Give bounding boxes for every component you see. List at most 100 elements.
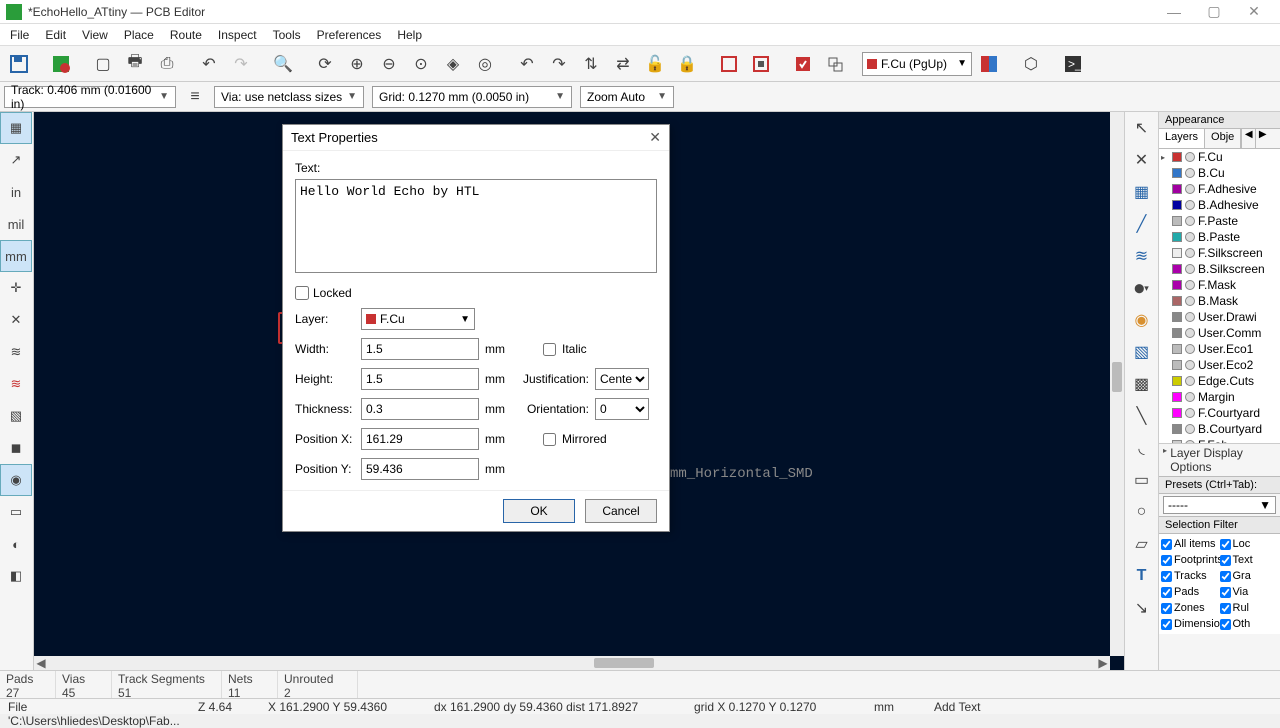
print-icon[interactable]: 🖶 [120,49,150,79]
cursor-shape-icon[interactable]: ✛ [0,272,32,304]
layer-row[interactable]: F.Courtyard [1159,405,1280,421]
place-dimension-icon[interactable]: ↘ [1126,592,1158,624]
zoom-out-icon[interactable]: ⊖ [374,49,404,79]
layer-row[interactable]: User.Comm [1159,325,1280,341]
mils-unit-icon[interactable]: mil [0,208,32,240]
layer-row[interactable]: User.Drawi [1159,309,1280,325]
cancel-button[interactable]: Cancel [585,499,657,523]
place-arc-icon[interactable]: ◟ [1126,432,1158,464]
ratsnest-icon[interactable]: ✕ [0,304,32,336]
redo-icon[interactable]: ↷ [226,49,256,79]
via-size-combo[interactable]: Via: use netclass sizes ▼ [214,86,364,108]
menu-help[interactable]: Help [391,26,428,44]
filter-item[interactable]: All items [1161,536,1220,552]
curved-ratsnest-icon[interactable]: ≋ [0,336,32,368]
layer-select[interactable]: F.Cu ▼ [361,308,475,330]
undo-icon[interactable]: ↶ [194,49,224,79]
console-icon[interactable]: >_ [1058,49,1088,79]
polar-coord-icon[interactable]: ↗ [0,144,32,176]
layer-pair-icon[interactable] [974,49,1004,79]
italic-checkbox[interactable] [543,343,556,356]
page-settings-icon[interactable]: ▢ [88,49,118,79]
tab-objects[interactable]: Obje [1205,129,1241,148]
track-width-combo[interactable]: Track: 0.406 mm (0.01600 in) ▼ [4,86,176,108]
posy-input[interactable] [361,458,479,480]
place-rect-icon[interactable]: ▭ [1126,464,1158,496]
arrow-cursor-icon[interactable]: ↖ [1126,112,1158,144]
menu-view[interactable]: View [76,26,114,44]
menu-file[interactable]: File [4,26,35,44]
net-highlight-icon[interactable]: ≋ [0,368,32,400]
layer-row[interactable]: User.Eco1 [1159,341,1280,357]
locked-checkbox[interactable] [295,286,309,300]
layer-dropdown[interactable]: F.Cu (PgUp) ▼ [862,52,972,76]
menu-preferences[interactable]: Preferences [311,26,388,44]
route-track-icon[interactable]: ╱ [1126,208,1158,240]
filter-item[interactable]: Zones [1161,600,1220,616]
filter-item[interactable]: Loc [1220,536,1279,552]
layer-row[interactable]: ▸F.Cu [1159,149,1280,165]
place-circle-icon[interactable]: ○ [1126,496,1158,528]
filter-item[interactable]: Text [1220,552,1279,568]
filter-item[interactable]: Oth [1220,616,1279,632]
find-icon[interactable]: 🔍 [268,49,298,79]
maximize-button[interactable]: ▢ [1194,3,1234,20]
menu-route[interactable]: Route [164,26,208,44]
thickness-input[interactable] [361,398,479,420]
net-color-icon[interactable]: ◧ [0,560,32,592]
tab-layers[interactable]: Layers [1159,129,1205,148]
net-inspect-icon[interactable]: ✕ [1126,144,1158,176]
place-zone-icon[interactable]: ▧ [1126,336,1158,368]
pad-fill-icon[interactable]: ◼ [0,432,32,464]
vertical-scrollbar[interactable] [1110,112,1124,656]
filter-item[interactable]: Pads [1161,584,1220,600]
ok-button[interactable]: OK [503,499,575,523]
mirror-h-icon[interactable]: ⇄ [608,49,638,79]
zoom-fit-icon[interactable]: ⊙ [406,49,436,79]
height-input[interactable] [361,368,479,390]
mm-unit-icon[interactable]: mm [0,240,32,272]
unlock-icon[interactable]: 🔒 [672,49,702,79]
close-icon[interactable]: ✕ [649,129,661,146]
text-textarea[interactable] [295,179,657,273]
layer-row[interactable]: F.Fab [1159,437,1280,443]
justification-select[interactable]: Center [595,368,649,390]
track-settings-icon[interactable]: ≡ [184,86,206,108]
tab-nav-left[interactable]: ◀ [1241,129,1255,148]
filter-item[interactable]: Tracks [1161,568,1220,584]
menu-place[interactable]: Place [118,26,160,44]
via-fill-icon[interactable]: ◉ [0,464,32,496]
width-input[interactable] [361,338,479,360]
layer-row[interactable]: Edge.Cuts [1159,373,1280,389]
layer-row[interactable]: F.Adhesive [1159,181,1280,197]
menu-tools[interactable]: Tools [267,26,307,44]
footprint-editor-icon[interactable] [746,49,776,79]
drc-check-icon[interactable] [820,49,850,79]
place-text-icon[interactable]: T [1126,560,1158,592]
layer-display-options[interactable]: ▸Layer Display Options [1159,443,1280,476]
layer-row[interactable]: B.Silkscreen [1159,261,1280,277]
scripting-icon[interactable]: ⬡ [1016,49,1046,79]
layer-row[interactable]: B.Mask [1159,293,1280,309]
place-via-icon[interactable]: ◉ [1126,304,1158,336]
tab-nav-right[interactable]: ▶ [1255,129,1269,148]
grid-combo[interactable]: Grid: 0.1270 mm (0.0050 in) ▼ [372,86,572,108]
mirror-v-icon[interactable]: ⇅ [576,49,606,79]
drc-icon[interactable] [788,49,818,79]
layer-row[interactable]: User.Eco2 [1159,357,1280,373]
tune-length-icon[interactable]: ⬤▾ [1126,272,1158,304]
close-button[interactable]: ✕ [1234,3,1274,20]
posx-input[interactable] [361,428,479,450]
layer-row[interactable]: B.Cu [1159,165,1280,181]
place-footprint-icon[interactable]: ▦ [1126,176,1158,208]
layer-row[interactable]: B.Adhesive [1159,197,1280,213]
grid-toggle-icon[interactable]: ▦ [0,112,32,144]
filter-item[interactable]: Rul [1220,600,1279,616]
zoom-selection-icon[interactable]: ◎ [470,49,500,79]
lock-icon[interactable]: 🔓 [640,49,670,79]
contrast-icon[interactable]: ◐ [0,528,32,560]
filter-item[interactable]: Footprints [1161,552,1220,568]
mirrored-checkbox[interactable] [543,433,556,446]
board-setup-icon[interactable] [46,49,76,79]
zoom-window-icon[interactable]: ◈ [438,49,468,79]
